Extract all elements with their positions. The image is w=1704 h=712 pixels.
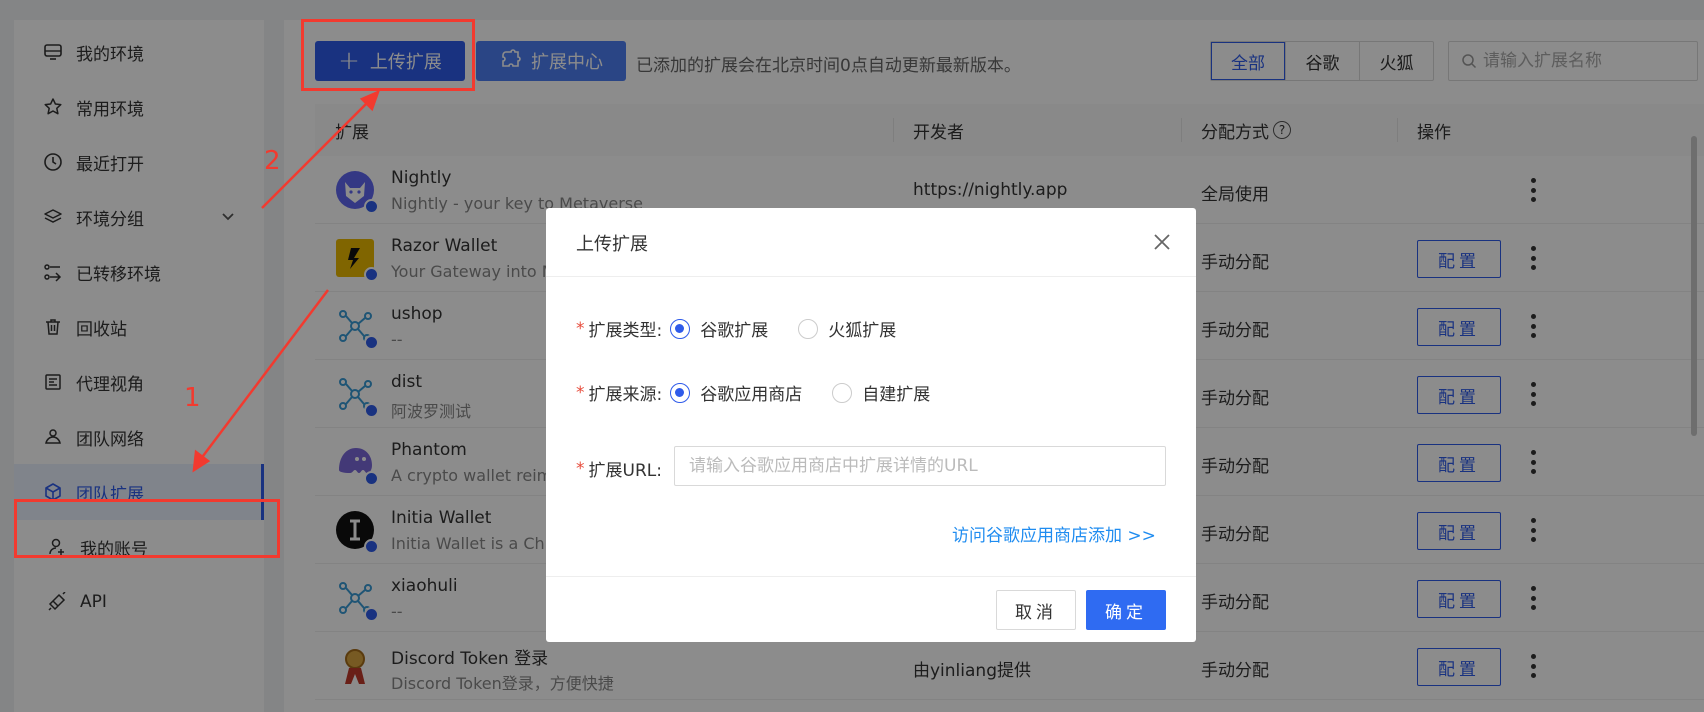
annotation-step-1: 1 (184, 383, 201, 413)
extension-url-field: * 扩展URL: (576, 456, 662, 482)
required-mark: * (576, 458, 585, 479)
annotation-box-upload (301, 19, 475, 91)
extension-type-label: 扩展类型: (588, 321, 663, 341)
radio-firefox-extension[interactable]: 火狐扩展 (798, 316, 896, 341)
confirm-button[interactable]: 确定 (1086, 590, 1166, 630)
radio-chrome-web-store[interactable]: 谷歌应用商店 (670, 380, 802, 405)
divider (546, 576, 1196, 577)
extension-url-input[interactable] (674, 446, 1166, 486)
annotation-box-team-extensions (14, 499, 280, 558)
upload-extension-dialog: 上传扩展 * 扩展类型: 谷歌扩展 火狐扩展 * 扩展来源: 谷歌应用商店 自建… (546, 208, 1196, 642)
close-icon[interactable] (1150, 230, 1174, 254)
extension-source-field: * 扩展来源: 谷歌应用商店 自建扩展 (576, 380, 952, 405)
cancel-button[interactable]: 取消 (996, 590, 1076, 630)
annotation-step-2: 2 (264, 146, 281, 176)
dialog-title: 上传扩展 (576, 234, 648, 255)
radio-custom-extension[interactable]: 自建扩展 (832, 380, 930, 405)
divider (546, 276, 1196, 277)
visit-chrome-store-link[interactable]: 访问谷歌应用商店添加 >> (952, 521, 1156, 546)
extension-source-label: 扩展来源: (588, 385, 663, 405)
required-mark: * (576, 382, 585, 403)
extension-url-label: 扩展URL: (588, 461, 662, 481)
required-mark: * (576, 318, 585, 339)
radio-chrome-extension[interactable]: 谷歌扩展 (670, 316, 768, 341)
extension-type-field: * 扩展类型: 谷歌扩展 火狐扩展 (576, 316, 918, 341)
